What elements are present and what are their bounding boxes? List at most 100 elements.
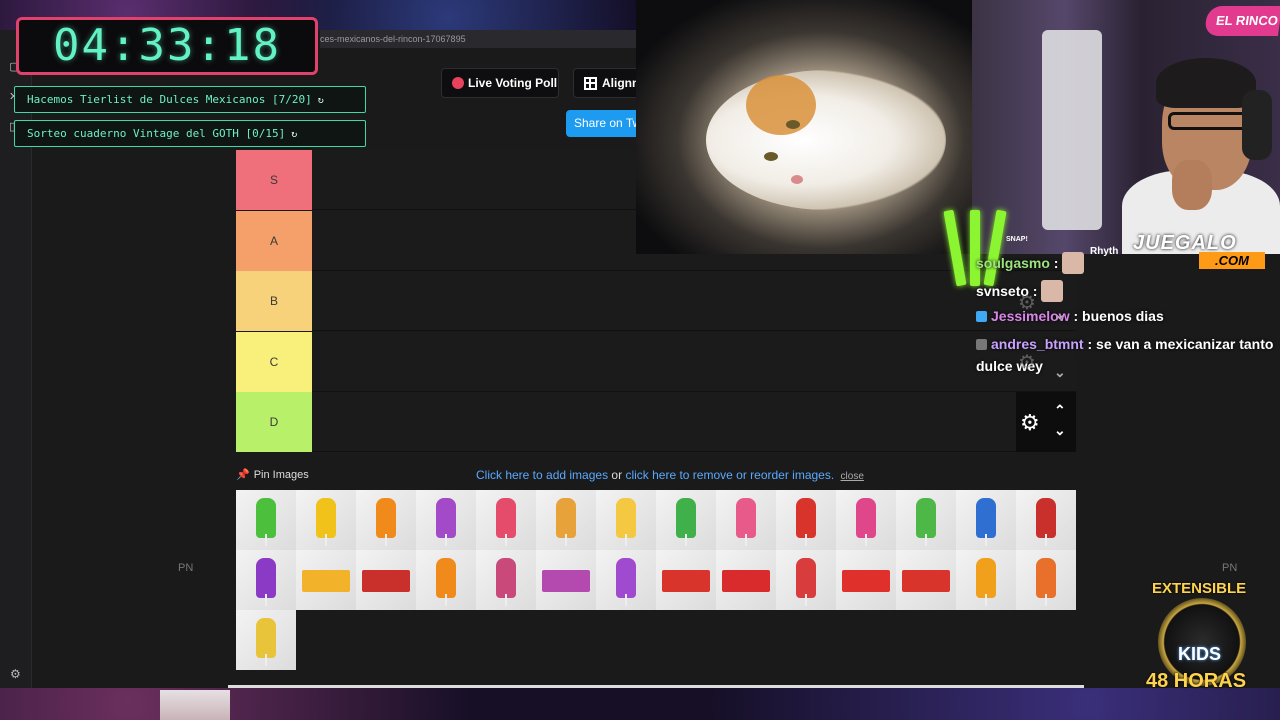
candy-stick	[385, 534, 387, 546]
candy-image[interactable]	[1016, 550, 1076, 610]
candy-stick	[745, 534, 747, 546]
chat-message: soulgasmo :	[976, 252, 1085, 274]
candy-stick	[625, 594, 627, 606]
candy-image[interactable]	[296, 490, 356, 550]
streamer-glasses	[1168, 112, 1248, 130]
alignment-label: Alignm	[602, 76, 636, 90]
tier-label[interactable]: S	[236, 150, 312, 210]
side-label-left: PN	[178, 562, 194, 574]
candy-image[interactable]	[956, 550, 1016, 610]
tier-settings-gear-icon[interactable]: ⚙	[1020, 410, 1040, 436]
extensible-title: EXTENSIBLE	[1152, 580, 1247, 597]
live-voting-poll-button[interactable]: Live Voting Poll	[441, 68, 559, 98]
chat-message: Jessimelow : buenos dias	[976, 308, 1164, 324]
candy-image[interactable]	[716, 550, 776, 610]
candy-stick	[865, 534, 867, 546]
candy-image[interactable]	[1016, 490, 1076, 550]
candy-shape	[842, 570, 890, 592]
candy-image[interactable]	[596, 550, 656, 610]
candy-image[interactable]	[656, 490, 716, 550]
candy-image[interactable]	[896, 550, 956, 610]
record-dot-icon	[452, 77, 464, 89]
candy-stick	[1045, 594, 1047, 606]
pin-images-toggle[interactable]: 📌 Pin Images	[236, 468, 309, 481]
tier-label[interactable]: A	[236, 210, 312, 271]
cat-camera	[636, 0, 972, 254]
candy-image[interactable]	[236, 490, 296, 550]
background-monitor	[1042, 30, 1102, 230]
candy-image[interactable]	[836, 490, 896, 550]
candy-image[interactable]	[956, 490, 1016, 550]
candy-image[interactable]	[596, 490, 656, 550]
candy-image[interactable]	[236, 550, 296, 610]
stream-timer: 04:33:18	[16, 17, 318, 75]
candy-shape	[916, 498, 936, 538]
gear-icon[interactable]: ⚙	[10, 667, 21, 681]
tier-label[interactable]: C	[236, 331, 312, 392]
candy-stick	[265, 534, 267, 546]
chat-message-text: se van a mexicanizar tanto	[1092, 336, 1274, 352]
candy-shape	[616, 558, 636, 598]
chat-username[interactable]: soulgasmo	[976, 255, 1050, 271]
chat-message-text: buenos dias	[1078, 308, 1164, 324]
remove-reorder-link[interactable]: click here to remove or reorder images.	[625, 468, 834, 482]
streamer-hand	[1172, 160, 1212, 210]
share-on-twitter-button[interactable]: Share on Tw	[566, 110, 636, 137]
candy-image[interactable]	[656, 550, 716, 610]
candy-image[interactable]	[356, 490, 416, 550]
candy-shape	[362, 570, 410, 592]
candy-stick	[925, 534, 927, 546]
chat-username[interactable]: andres_btmnt	[991, 336, 1084, 352]
candy-image[interactable]	[536, 550, 596, 610]
candy-image[interactable]	[416, 490, 476, 550]
candy-shape	[496, 498, 516, 538]
candy-image[interactable]	[476, 550, 536, 610]
pin-images-label: Pin Images	[253, 469, 309, 481]
candy-shape	[976, 498, 996, 538]
side-label-right: PN	[1222, 562, 1238, 574]
candy-image[interactable]	[536, 490, 596, 550]
tier-row-controls: ⚙ ⌃ ⌄	[1016, 392, 1076, 452]
candy-shape	[376, 498, 396, 538]
candy-shape	[662, 570, 710, 592]
candy-shape	[1036, 498, 1056, 538]
candy-stick	[265, 654, 267, 666]
candy-image[interactable]	[296, 550, 356, 610]
tier-label[interactable]: D	[236, 392, 312, 453]
headset-icon	[1242, 90, 1272, 160]
cat-nose	[791, 175, 803, 184]
or-text: or	[611, 468, 623, 482]
alignment-button[interactable]: Alignm	[573, 68, 636, 98]
tier-row-c[interactable]: C	[236, 331, 1076, 392]
candy-shape	[616, 498, 636, 538]
add-images-link[interactable]: Click here to add images	[476, 468, 608, 482]
tier-label[interactable]: B	[236, 271, 312, 332]
bottom-candy-thumbnail	[160, 690, 230, 720]
candy-image[interactable]	[356, 550, 416, 610]
chat-separator: :	[1083, 336, 1093, 352]
candy-image[interactable]	[716, 490, 776, 550]
chat-emote-icon	[1062, 252, 1085, 274]
candy-stick	[805, 534, 807, 546]
move-up-chevron-icon[interactable]: ⌃	[1054, 402, 1066, 419]
close-link[interactable]: close	[841, 471, 864, 482]
candy-image[interactable]	[236, 610, 296, 670]
candy-image[interactable]	[476, 490, 536, 550]
streamer-hair	[1156, 58, 1256, 108]
candy-image[interactable]	[416, 550, 476, 610]
candy-stick	[505, 534, 507, 546]
candy-shape	[722, 570, 770, 592]
streamer-camera	[972, 0, 1280, 254]
goal-tierlist-label: Hacemos Tierlist de Dulces Mexicanos [7/…	[27, 93, 312, 106]
goal-tierlist: Hacemos Tierlist de Dulces Mexicanos [7/…	[14, 86, 366, 113]
tier-row-d[interactable]: D	[236, 392, 1076, 453]
candy-shape	[256, 618, 276, 658]
gear-icon: ⚙	[1018, 352, 1036, 374]
url-bar[interactable]: ces-mexicanos-del-rincon-17067895	[320, 30, 636, 48]
candy-image[interactable]	[836, 550, 896, 610]
candy-image[interactable]	[776, 490, 836, 550]
candy-image[interactable]	[896, 490, 956, 550]
candy-image[interactable]	[776, 550, 836, 610]
chat-badge-icon	[976, 311, 987, 322]
move-down-chevron-icon[interactable]: ⌄	[1054, 422, 1066, 439]
